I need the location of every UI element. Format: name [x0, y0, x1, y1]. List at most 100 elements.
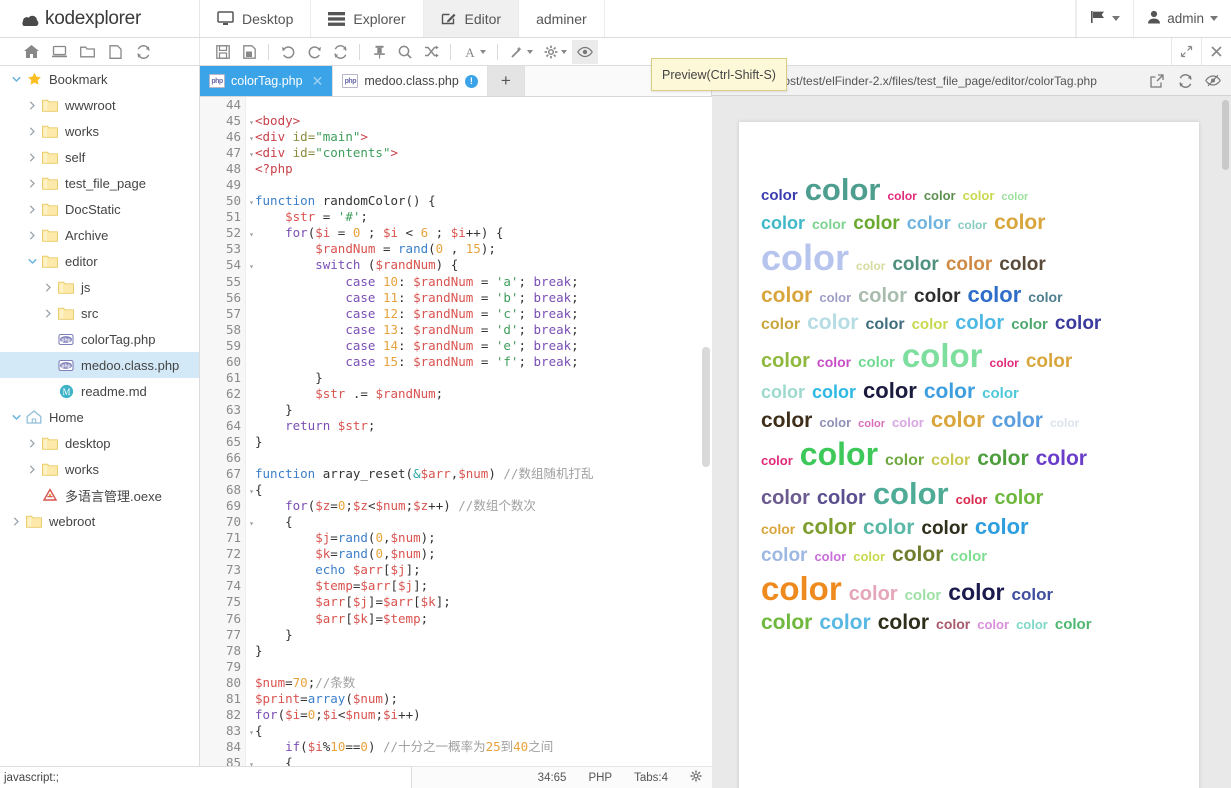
tree-item-oexe[interactable]: 多语言管理.oexe [0, 482, 199, 508]
color-word-link[interactable]: color [1001, 191, 1028, 203]
desktop-icon[interactable] [46, 40, 72, 64]
color-word-link[interactable]: color [873, 476, 949, 511]
nav-tab-editor[interactable]: Editor [423, 0, 520, 37]
home-icon[interactable] [18, 40, 44, 64]
color-word-link[interactable]: color [912, 316, 949, 333]
color-word-link[interactable]: color [817, 354, 851, 370]
gear-icon[interactable] [538, 40, 572, 64]
tree-item-src[interactable]: src [0, 300, 199, 326]
tree-item-works[interactable]: works [0, 118, 199, 144]
chevron-down-icon[interactable] [8, 414, 24, 421]
fold-toggle-icon[interactable]: ▾ [246, 484, 254, 500]
color-word-link[interactable]: color [946, 254, 992, 275]
tab-size[interactable]: Tabs:4 [634, 772, 668, 784]
color-word-link[interactable]: color [761, 284, 812, 307]
add-tab-button[interactable]: + [487, 66, 525, 96]
color-word-link[interactable]: color [977, 447, 1028, 470]
color-word-link[interactable]: color [761, 487, 810, 509]
tree-item-colortag-php[interactable]: php colorTag.php [0, 326, 199, 352]
color-word-link[interactable]: color [1055, 616, 1092, 633]
color-word-link[interactable]: color [1055, 313, 1101, 334]
preview-scrollbar[interactable] [1222, 100, 1229, 170]
chevron-right-icon[interactable] [24, 126, 40, 136]
tree-item-webroot[interactable]: webroot [0, 508, 199, 534]
tree-item-home[interactable]: Home [0, 404, 199, 430]
color-word-link[interactable]: color [936, 616, 970, 632]
color-word-link[interactable]: color [761, 382, 805, 402]
tree-item-editor[interactable]: editor [0, 248, 199, 274]
chevron-right-icon[interactable] [24, 438, 40, 448]
chevron-right-icon[interactable] [24, 100, 40, 110]
close-icon[interactable] [1201, 38, 1231, 65]
chevron-right-icon[interactable] [24, 230, 40, 240]
color-word-link[interactable]: color [892, 415, 924, 430]
editor-vertical-scrollbar[interactable] [702, 347, 710, 467]
close-icon[interactable]: ✕ [312, 73, 324, 90]
chevron-down-icon[interactable] [8, 76, 24, 83]
fold-toggle-icon[interactable]: ▾ [246, 147, 254, 163]
tree-item-wwwroot[interactable]: wwwroot [0, 92, 199, 118]
save-icon[interactable] [210, 40, 236, 64]
fold-toggle-icon[interactable]: ▾ [246, 259, 254, 275]
app-logo[interactable]: kodexplorer [0, 0, 200, 37]
fold-toggle-icon[interactable]: ▾ [246, 195, 254, 211]
search-icon[interactable] [392, 40, 418, 64]
chevron-right-icon[interactable] [40, 308, 56, 318]
shuffle-icon[interactable] [418, 40, 444, 64]
color-word-link[interactable]: color [878, 611, 929, 634]
color-word-link[interactable]: color [858, 418, 885, 430]
color-word-link[interactable]: color [977, 617, 1009, 632]
code-text[interactable]: <body> <div id="main"> <div id="contents">… [255, 97, 639, 787]
color-word-link[interactable]: color [885, 452, 924, 469]
tree-item-docstatic[interactable]: DocStatic [0, 196, 199, 222]
color-word-link[interactable]: color [849, 583, 898, 605]
pin-icon[interactable] [366, 40, 392, 64]
color-word-link[interactable]: color [819, 290, 851, 305]
color-word-link[interactable]: color [1026, 351, 1072, 372]
color-word-link[interactable]: color [914, 286, 960, 307]
open-external-icon[interactable] [1145, 69, 1169, 93]
color-word-link[interactable]: color [931, 452, 970, 469]
color-word-link[interactable]: color [956, 492, 988, 507]
color-word-link[interactable]: color [990, 356, 1019, 370]
color-word-link[interactable]: color [853, 549, 885, 564]
language-mode[interactable]: PHP [588, 772, 612, 784]
chevron-right-icon[interactable] [40, 282, 56, 292]
chevron-right-icon[interactable] [24, 178, 40, 188]
tree-item-bookmark[interactable]: Bookmark [0, 66, 199, 92]
fold-toggle-icon[interactable]: ▾ [246, 516, 254, 532]
chevron-down-icon[interactable] [24, 258, 40, 265]
file-tree-sidebar[interactable]: Bookmark wwwroot works self test_file_page Do… [0, 66, 200, 766]
refresh-icon[interactable] [130, 40, 156, 64]
color-word-link[interactable]: color [902, 337, 983, 374]
color-word-link[interactable]: color [958, 218, 987, 232]
color-word-link[interactable]: color [1036, 447, 1087, 470]
expand-icon[interactable] [1171, 38, 1201, 65]
color-word-link[interactable]: color [761, 350, 810, 372]
color-word-link[interactable]: color [761, 611, 812, 634]
tree-item-readme-md[interactable]: Mreadme.md [0, 378, 199, 404]
color-word-link[interactable]: color [865, 316, 904, 333]
fold-toggle-icon[interactable]: ▾ [246, 227, 254, 243]
color-word-link[interactable]: color [950, 548, 987, 565]
color-word-link[interactable]: color [856, 259, 885, 273]
tree-item-archive[interactable]: Archive [0, 222, 199, 248]
undo-icon[interactable] [275, 40, 301, 64]
color-word-link[interactable]: color [761, 521, 795, 537]
fold-toggle-icon[interactable]: ▾ [246, 725, 254, 741]
color-word-link[interactable]: color [931, 407, 985, 432]
tree-item-works[interactable]: works [0, 456, 199, 482]
nav-tab-explorer[interactable]: Explorer [311, 0, 424, 37]
color-word-link[interactable]: color [968, 282, 1022, 307]
gear-icon[interactable] [690, 770, 702, 785]
chevron-right-icon[interactable] [8, 516, 24, 526]
tree-item-self[interactable]: self [0, 144, 199, 170]
tree-item-medoo-class-php[interactable]: php medoo.class.php [0, 352, 199, 378]
color-word-link[interactable]: color [992, 409, 1043, 432]
tree-item-desktop[interactable]: desktop [0, 430, 199, 456]
color-word-link[interactable]: color [807, 311, 858, 334]
tree-item-test-file-page[interactable]: test_file_page [0, 170, 199, 196]
color-word-link[interactable]: color [1011, 316, 1048, 333]
file-tab-colorTag-php[interactable]: php colorTag.php ✕ [200, 66, 334, 96]
color-word-link[interactable]: color [963, 188, 995, 203]
